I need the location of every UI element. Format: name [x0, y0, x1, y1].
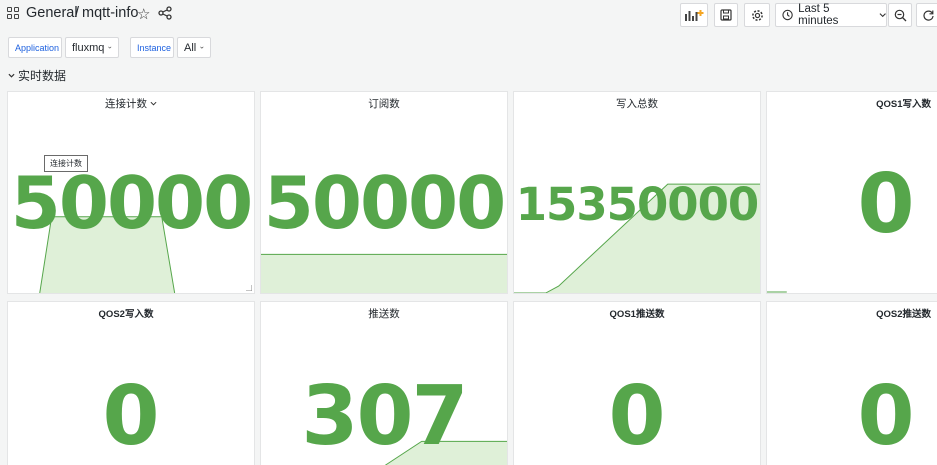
zoom-out-icon — [894, 9, 906, 21]
panel-title[interactable]: 连接计数 — [8, 96, 254, 111]
panel-title[interactable]: 写入总数 — [514, 96, 760, 111]
chevron-down-icon — [108, 46, 112, 49]
bar-chart-add-icon — [685, 10, 704, 21]
refresh-button[interactable] — [916, 3, 937, 27]
chevron-down-icon — [8, 73, 15, 78]
panel-title[interactable]: QOS1写入数 — [837, 96, 931, 110]
stat-value: 0 — [857, 369, 915, 464]
chevron-down-icon — [879, 13, 886, 18]
variable-select-instance[interactable]: All — [177, 37, 211, 58]
stat-panel-qos2-writes[interactable]: QOS2写入数 0 — [7, 301, 255, 465]
stat-value: 50000 — [263, 161, 507, 245]
breadcrumb-folder[interactable]: General — [26, 5, 78, 21]
variable-label-application: Application — [8, 37, 62, 58]
star-icon[interactable]: ☆ — [137, 5, 150, 23]
refresh-icon — [922, 10, 934, 21]
variable-value-application: fluxmq — [72, 41, 105, 54]
gear-icon — [751, 9, 763, 21]
stat-panel-qos1-pushes[interactable]: QOS1推送数 0 — [513, 301, 761, 465]
stat-panel-pushes[interactable]: 推送数 307 — [260, 301, 508, 465]
grid-icon[interactable] — [7, 7, 19, 19]
add-panel-button[interactable] — [680, 3, 708, 27]
panel-title[interactable]: QOS2写入数 — [8, 306, 254, 320]
resize-handle-icon[interactable] — [246, 285, 252, 291]
stat-panel-qos1-writes[interactable]: QOS1写入数 0 — [766, 91, 937, 294]
save-dashboard-button[interactable] — [714, 3, 738, 27]
top-navbar: General / mqtt-info ☆ Last 5 minutes — [0, 0, 937, 30]
chevron-down-icon — [150, 101, 157, 106]
panel-title-text: 连接计数 — [105, 98, 148, 110]
panel-title[interactable]: QOS2推送数 — [837, 306, 931, 320]
time-picker-button[interactable]: Last 5 minutes — [775, 3, 887, 27]
stat-panel-connections[interactable]: 连接计数 连接计数 50000 — [7, 91, 255, 294]
share-icon[interactable] — [158, 6, 172, 20]
time-range-label: Last 5 minutes — [798, 3, 839, 27]
clock-icon — [782, 9, 793, 21]
panel-title[interactable]: QOS1推送数 — [514, 306, 760, 320]
variable-select-application[interactable]: fluxmq — [65, 37, 119, 58]
variable-label-instance: Instance — [130, 37, 174, 58]
stat-value: 50000 — [10, 161, 254, 245]
stat-value: 15350000 — [515, 178, 760, 231]
stat-value: 307 — [301, 369, 468, 464]
stat-panel-qos2-pushes[interactable]: QOS2推送数 0 — [766, 301, 937, 465]
zoom-out-button[interactable] — [888, 3, 912, 27]
panel-title[interactable]: 订阅数 — [261, 96, 507, 111]
stat-panel-total-writes[interactable]: 写入总数 15350000 — [513, 91, 761, 294]
stat-panel-subscriptions[interactable]: 订阅数 50000 — [260, 91, 508, 294]
row-header-realtime[interactable]: 实时数据 — [8, 67, 66, 84]
variable-value-instance: All — [184, 41, 197, 54]
chevron-down-icon — [200, 46, 204, 49]
dashboard-title[interactable]: mqtt-info — [82, 5, 138, 21]
stat-value: 0 — [102, 369, 160, 464]
row-title: 实时数据 — [18, 69, 67, 83]
panel-title[interactable]: 推送数 — [261, 306, 507, 321]
dashboard-settings-button[interactable] — [744, 3, 770, 27]
stat-value: 0 — [857, 157, 915, 252]
stat-value: 0 — [608, 369, 666, 464]
save-icon — [720, 9, 732, 21]
breadcrumb-separator: / — [75, 5, 80, 21]
